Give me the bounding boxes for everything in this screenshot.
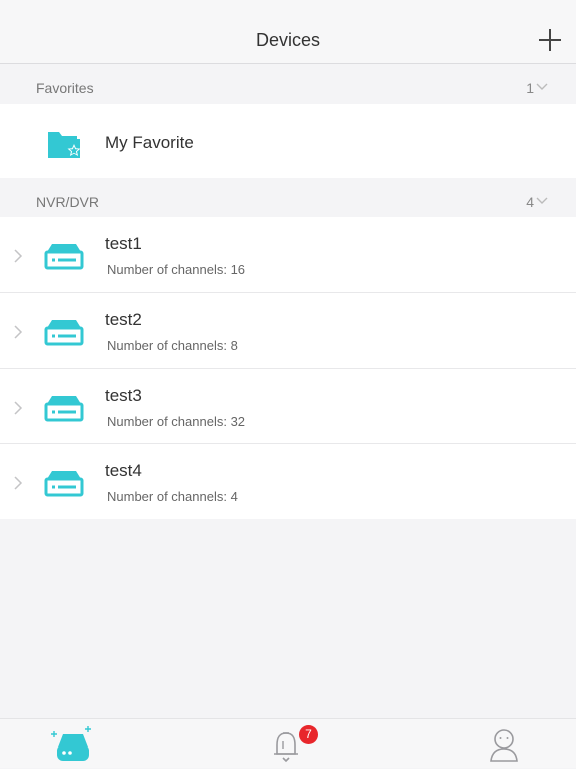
nvr-device-icon <box>44 320 84 346</box>
nvr-device-icon <box>44 244 84 270</box>
favorites-section-header[interactable]: Favorites 1 <box>0 64 576 104</box>
chevron-right-icon[interactable] <box>13 476 23 490</box>
device-channels: Number of channels: 4 <box>107 489 238 504</box>
device-row[interactable]: test1 Number of channels: 16 <box>0 217 576 293</box>
tab-devices[interactable] <box>40 719 110 769</box>
notification-badge: 7 <box>299 725 318 744</box>
favorite-folder-icon <box>48 132 81 158</box>
chevron-right-icon[interactable] <box>13 325 23 339</box>
device-name: test4 <box>105 461 142 480</box>
nav-bar: Devices <box>0 0 576 64</box>
device-name: test1 <box>105 234 142 253</box>
favorites-count: 1 <box>526 80 534 96</box>
chevron-down-icon[interactable] <box>536 83 548 91</box>
favorite-label: My Favorite <box>105 133 194 152</box>
nvr-device-icon <box>44 471 84 497</box>
device-channels: Number of channels: 16 <box>107 262 246 277</box>
nvr-section-title: NVR/DVR <box>36 194 100 210</box>
device-row[interactable]: test2 Number of channels: 8 <box>0 293 576 369</box>
device-name: test3 <box>105 386 142 405</box>
favorite-item[interactable]: My Favorite <box>0 104 576 178</box>
nvr-device-icon <box>44 396 84 422</box>
nvr-count: 4 <box>526 194 534 210</box>
devices-tab-icon <box>51 726 91 761</box>
chevron-down-icon[interactable] <box>536 197 548 205</box>
device-channels: Number of channels: 8 <box>107 338 238 353</box>
page-title: Devices <box>255 30 321 50</box>
add-device-button[interactable] <box>538 28 562 52</box>
device-channels: Number of channels: 32 <box>107 414 246 429</box>
nvr-section-header[interactable]: NVR/DVR 4 <box>0 178 576 218</box>
favorites-section-title: Favorites <box>36 80 94 96</box>
tab-profile[interactable] <box>476 719 536 769</box>
bell-icon <box>274 732 298 763</box>
user-icon <box>490 729 518 762</box>
device-row[interactable]: test3 Number of channels: 32 <box>0 369 576 444</box>
chevron-right-icon[interactable] <box>13 249 23 263</box>
chevron-right-icon[interactable] <box>13 401 23 415</box>
device-row[interactable]: test4 Number of channels: 4 <box>0 444 576 519</box>
tab-bar: 7 <box>0 718 576 768</box>
device-name: test2 <box>105 310 142 329</box>
